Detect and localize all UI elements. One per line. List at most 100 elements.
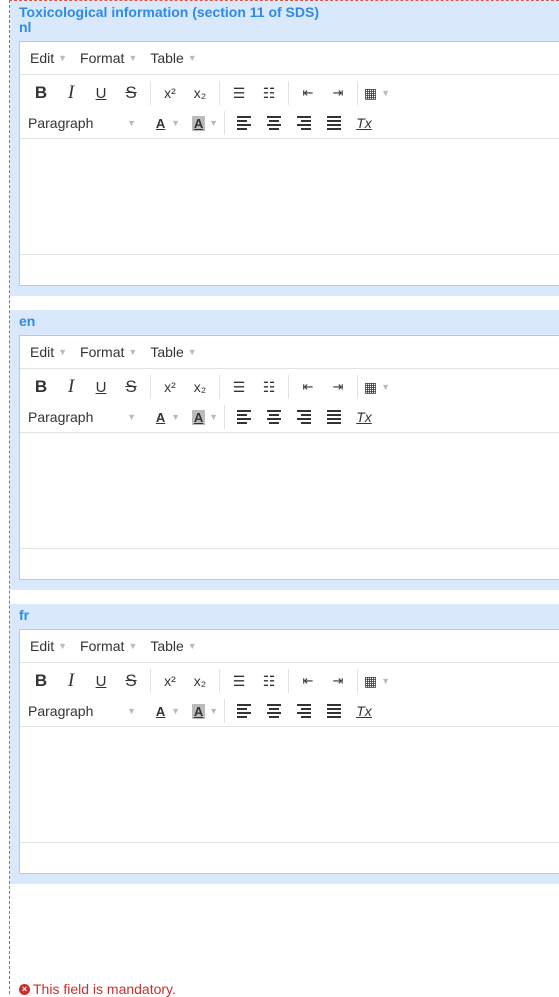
menu-table[interactable]: Table ▼ xyxy=(150,50,196,66)
chevron-down-icon: ▼ xyxy=(171,706,180,716)
menu-table[interactable]: Table ▼ xyxy=(150,344,196,360)
bullet-list-button[interactable]: ☷ xyxy=(256,374,282,400)
language-label-en: en xyxy=(19,313,36,329)
align-justify-icon xyxy=(327,704,341,718)
editor-content-area[interactable] xyxy=(20,726,559,842)
background-color-button[interactable]: A ▼ xyxy=(192,698,218,724)
text-color-button[interactable]: A ▼ xyxy=(154,698,180,724)
menu-edit[interactable]: Edit ▼ xyxy=(30,344,67,360)
align-justify-button[interactable] xyxy=(321,404,347,430)
block-format-select[interactable]: Paragraph ▼ xyxy=(28,409,148,425)
strikethrough-button[interactable]: S xyxy=(118,374,144,400)
background-color-button[interactable]: A ▼ xyxy=(192,404,218,430)
toolbar-separator xyxy=(219,375,220,399)
align-center-button[interactable] xyxy=(261,404,287,430)
strikethrough-button[interactable]: S xyxy=(118,80,144,106)
rich-text-editor-nl: Edit ▼ Format ▼ Table ▼ B I U S x² x₂ ☰ ☷ xyxy=(19,41,559,286)
language-block-nl: Toxicological information (section 11 of… xyxy=(10,1,559,296)
numbered-list-button[interactable]: ☰ xyxy=(226,374,252,400)
editor-content-area[interactable] xyxy=(20,138,559,254)
bullet-list-icon: ☷ xyxy=(262,84,276,101)
align-left-button[interactable] xyxy=(231,110,257,136)
align-justify-button[interactable] xyxy=(321,698,347,724)
menu-edit[interactable]: Edit ▼ xyxy=(30,50,67,66)
block-format-select[interactable]: Paragraph ▼ xyxy=(28,115,148,131)
table-button[interactable]: ▦ ▼ xyxy=(364,374,390,400)
align-right-button[interactable] xyxy=(291,404,317,430)
toolbar-separator xyxy=(150,669,151,693)
text-color-button[interactable]: A ▼ xyxy=(154,110,180,136)
bullet-list-button[interactable]: ☷ xyxy=(256,668,282,694)
error-icon: × xyxy=(19,983,30,995)
indent-button[interactable]: ⇥ xyxy=(325,668,351,694)
align-left-button[interactable] xyxy=(231,404,257,430)
outdent-button[interactable]: ⇤ xyxy=(295,668,321,694)
table-button[interactable]: ▦ ▼ xyxy=(364,80,390,106)
superscript-button[interactable]: x² xyxy=(157,374,183,400)
numbered-list-button[interactable]: ☰ xyxy=(226,80,252,106)
bold-button[interactable]: B xyxy=(28,668,54,694)
editor-menubar: Edit ▼ Format ▼ Table ▼ xyxy=(20,630,559,663)
outdent-button[interactable]: ⇤ xyxy=(295,80,321,106)
chevron-down-icon: ▼ xyxy=(381,676,391,686)
align-justify-button[interactable] xyxy=(321,110,347,136)
block-format-select[interactable]: Paragraph ▼ xyxy=(28,703,148,719)
clear-formatting-button[interactable]: Tx xyxy=(351,698,377,724)
align-center-icon xyxy=(267,704,281,718)
background-color-button[interactable]: A ▼ xyxy=(192,110,218,136)
chevron-down-icon: ▼ xyxy=(187,347,197,357)
toolbar-separator xyxy=(357,375,358,399)
chevron-down-icon: ▼ xyxy=(187,641,197,651)
chevron-down-icon: ▼ xyxy=(128,641,138,651)
italic-button[interactable]: I xyxy=(58,80,84,106)
menu-edit[interactable]: Edit ▼ xyxy=(30,638,67,654)
menu-table[interactable]: Table ▼ xyxy=(150,638,196,654)
align-right-icon xyxy=(297,116,311,130)
italic-button[interactable]: I xyxy=(58,668,84,694)
numbered-list-button[interactable]: ☰ xyxy=(226,668,252,694)
menu-format[interactable]: Format ▼ xyxy=(80,638,137,654)
subscript-button[interactable]: x₂ xyxy=(187,374,213,400)
clear-formatting-icon: Tx xyxy=(356,409,372,425)
menu-format[interactable]: Format ▼ xyxy=(80,344,137,360)
align-left-button[interactable] xyxy=(231,698,257,724)
error-message: This field is mandatory. xyxy=(33,981,176,997)
indent-button[interactable]: ⇥ xyxy=(325,374,351,400)
table-button[interactable]: ▦ ▼ xyxy=(364,668,390,694)
menu-format[interactable]: Format ▼ xyxy=(80,50,137,66)
clear-formatting-button[interactable]: Tx xyxy=(351,404,377,430)
editor-statusbar: ◢ xyxy=(20,254,559,285)
editor-content-area[interactable] xyxy=(20,432,559,548)
underline-button[interactable]: U xyxy=(88,80,114,106)
text-color-button[interactable]: A ▼ xyxy=(154,404,180,430)
align-right-button[interactable] xyxy=(291,110,317,136)
strikethrough-button[interactable]: S xyxy=(118,668,144,694)
outdent-button[interactable]: ⇤ xyxy=(295,374,321,400)
subscript-button[interactable]: x₂ xyxy=(187,668,213,694)
editor-statusbar: ◢ xyxy=(20,548,559,579)
italic-button[interactable]: I xyxy=(58,374,84,400)
chevron-down-icon: ▼ xyxy=(209,412,218,422)
align-center-button[interactable] xyxy=(261,110,287,136)
bold-button[interactable]: B xyxy=(28,80,54,106)
superscript-button[interactable]: x² xyxy=(157,80,183,106)
superscript-button[interactable]: x² xyxy=(157,668,183,694)
chevron-down-icon: ▼ xyxy=(381,382,391,392)
chevron-down-icon: ▼ xyxy=(58,53,68,63)
align-right-button[interactable] xyxy=(291,698,317,724)
toolbar-separator xyxy=(288,81,289,105)
section-title: Toxicological information (section 11 of… xyxy=(19,4,320,20)
indent-icon: ⇥ xyxy=(332,379,344,394)
subscript-button[interactable]: x₂ xyxy=(187,80,213,106)
underline-button[interactable]: U xyxy=(88,374,114,400)
indent-button[interactable]: ⇥ xyxy=(325,80,351,106)
bullet-list-button[interactable]: ☷ xyxy=(256,80,282,106)
editor-menubar: Edit ▼ Format ▼ Table ▼ xyxy=(20,42,559,75)
clear-formatting-button[interactable]: Tx xyxy=(351,110,377,136)
table-icon: ▦ xyxy=(363,378,378,395)
toolbar-separator xyxy=(224,405,225,429)
bold-button[interactable]: B xyxy=(28,374,54,400)
underline-button[interactable]: U xyxy=(88,668,114,694)
toolbar-separator xyxy=(224,699,225,723)
align-center-button[interactable] xyxy=(261,698,287,724)
